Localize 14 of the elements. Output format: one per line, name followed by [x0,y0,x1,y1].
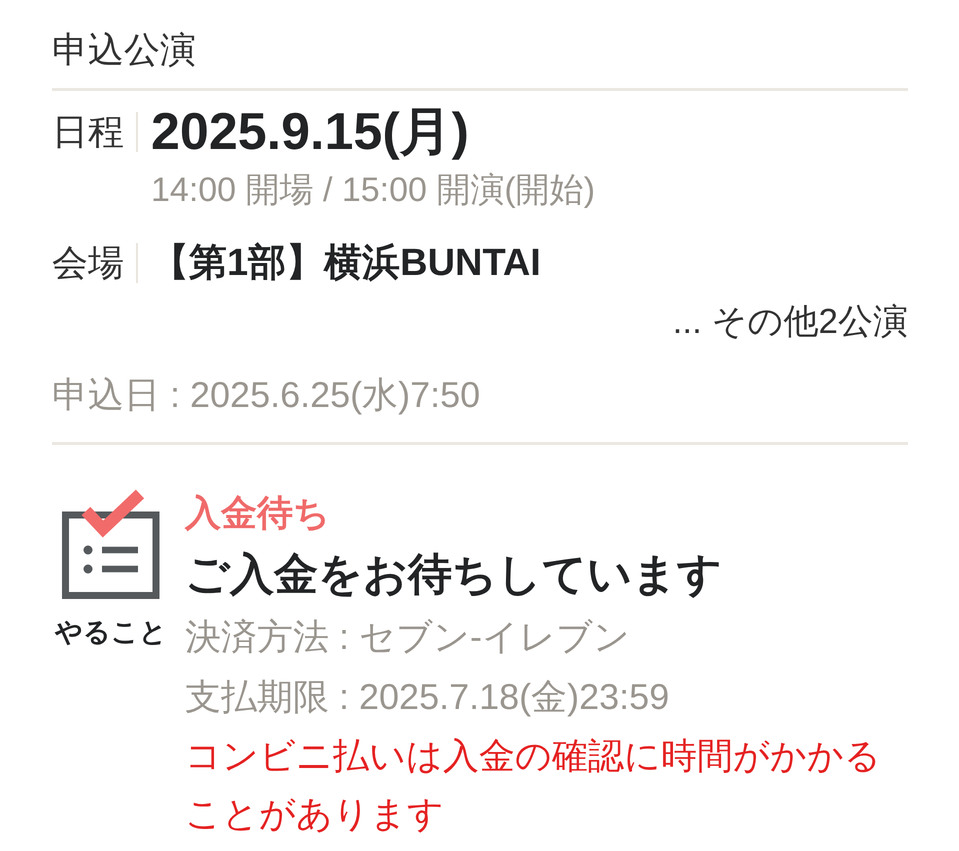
venue-name: 【第1部】横浜BUNTAI [151,241,541,286]
status-heading: ご入金をお待ちしています [185,549,722,601]
field-label: 日程 [52,112,138,152]
more-performances-link[interactable]: ... その他2公演 [672,297,908,347]
payment-info: 支払期限 : 2025.7.18(金)23:59 [185,675,670,719]
payment-info: 決済方法 : セブン-イレブン [185,615,630,659]
field-label: 会場 [52,243,138,283]
status-label: 入金待ち [185,491,330,535]
schedule-date: 2025.9.15(月) [151,102,469,162]
todo-label: やること [55,616,167,649]
notice-text: コンビニ払いは入金の確認に時間がかかることがあります [185,734,882,836]
application-date: 申込日 : 2025.6.25(水)7:50 [52,373,480,417]
time-info: 14:00 開場 / 15:00 開演(開始) [151,170,596,211]
section-title: 申込公演 [52,28,196,72]
